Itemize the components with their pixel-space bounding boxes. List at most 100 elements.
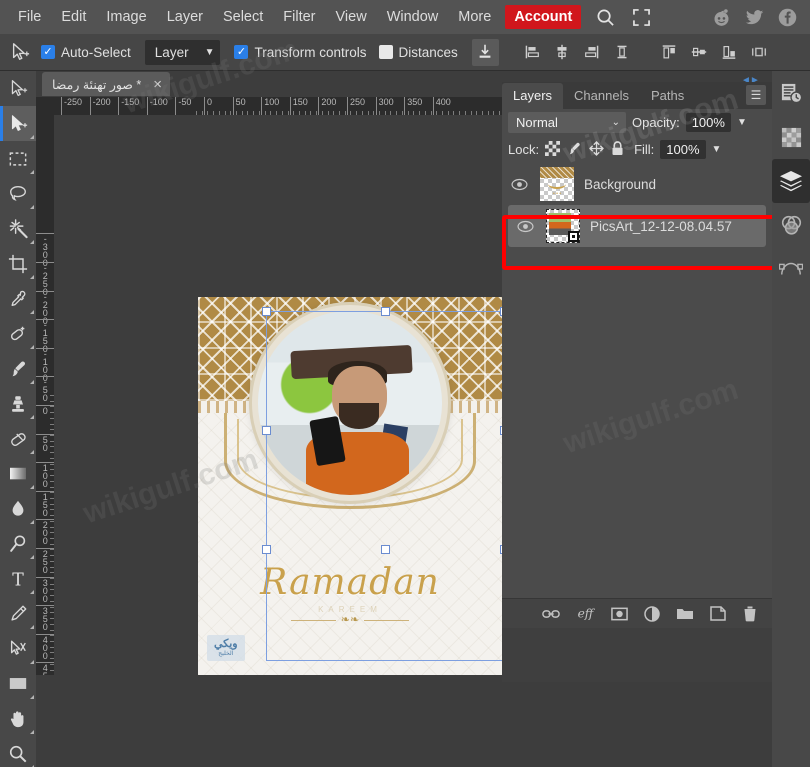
menu-item-filter[interactable]: Filter — [273, 5, 325, 29]
layer-row-picsart[interactable]: PicsArt_12-12-08.04.57 — [508, 205, 766, 247]
document-tab[interactable]: * صور تهنئة رمضا × — [42, 72, 171, 96]
link-layers-icon[interactable] — [542, 608, 560, 620]
new-adjustment-layer-icon[interactable] — [644, 605, 660, 622]
tool-move[interactable] — [0, 71, 36, 106]
tool-eyedropper[interactable] — [0, 281, 36, 316]
artboard[interactable]: Ramadan KAREEM ❧❧ ويكي الخليج — [198, 297, 502, 675]
tool-rectangular-marquee[interactable] — [0, 141, 36, 176]
align-vertical-centers-icon[interactable] — [686, 39, 713, 66]
ruler-tick-v: 50 — [36, 433, 54, 452]
close-icon[interactable]: × — [151, 77, 164, 92]
distribute-horizontal-icon[interactable] — [746, 39, 773, 66]
tool-dodge[interactable] — [0, 526, 36, 561]
align-right-edges-icon[interactable] — [579, 39, 606, 66]
transform-controls-checkbox-box[interactable]: ✓ — [234, 45, 249, 59]
fill-value[interactable]: 100% — [660, 140, 706, 159]
fullscreen-icon[interactable] — [624, 8, 659, 26]
auto-select-checkbox-box[interactable]: ✓ — [41, 45, 55, 59]
tool-rectangle[interactable] — [0, 666, 36, 701]
tool-hand[interactable] — [0, 701, 36, 736]
lock-all-icon[interactable] — [611, 140, 624, 159]
twitter-icon[interactable] — [743, 6, 765, 28]
new-layer-icon[interactable] — [710, 606, 726, 621]
menu-item-more[interactable]: More — [448, 5, 501, 29]
align-distribute-active-icon[interactable] — [471, 38, 499, 66]
menu-item-file[interactable]: File — [8, 5, 51, 29]
opacity-dropdown-icon[interactable]: ▼ — [737, 117, 747, 128]
blend-mode-select[interactable]: Normal ⌄ — [508, 112, 626, 133]
opacity-value[interactable]: 100% — [685, 113, 731, 132]
layers-panel-icon[interactable] — [772, 159, 810, 203]
tool-move-selected[interactable] — [0, 106, 36, 141]
tab-layers[interactable]: Layers — [502, 83, 564, 109]
transform-handle-middle-left[interactable] — [262, 426, 271, 435]
tool-spot-healing-brush[interactable] — [0, 316, 36, 351]
tool-zoom[interactable] — [0, 736, 36, 767]
tool-brush[interactable] — [0, 351, 36, 386]
menu-item-window[interactable]: Window — [377, 5, 449, 29]
tool-lasso[interactable] — [0, 176, 36, 211]
layer-thumbnail-picsart[interactable] — [546, 209, 580, 243]
align-vertical-stack-icon[interactable] — [609, 39, 636, 66]
tab-channels[interactable]: Channels — [563, 83, 640, 109]
add-layer-mask-icon[interactable] — [611, 607, 628, 621]
account-button[interactable]: Account — [505, 5, 582, 29]
layer-row-background[interactable]: • • • Background — [502, 163, 772, 205]
panel-menu-icon[interactable]: ☰ — [746, 85, 766, 105]
channels-panel-icon[interactable] — [772, 203, 810, 247]
tab-paths[interactable]: Paths — [640, 83, 695, 109]
fill-dropdown-icon[interactable]: ▼ — [712, 144, 722, 155]
tool-path-selection[interactable] — [0, 631, 36, 666]
move-tool-icon[interactable] — [5, 37, 35, 67]
transform-handle-top-center[interactable] — [381, 307, 390, 316]
delete-layer-icon[interactable] — [742, 606, 758, 622]
menu-item-select[interactable]: Select — [213, 5, 273, 29]
reddit-icon[interactable] — [710, 6, 732, 28]
menu-item-edit[interactable]: Edit — [51, 5, 96, 29]
layer-styles-fx-icon[interactable]: eff — [576, 606, 595, 621]
svg-text:eff: eff — [578, 607, 595, 621]
lock-image-pixels-icon[interactable] — [567, 141, 582, 159]
fill-label: Fill: — [634, 142, 655, 157]
menu-item-image[interactable]: Image — [96, 5, 156, 29]
transform-controls-checkbox[interactable]: ✓ Transform controls — [234, 45, 367, 60]
align-left-edges-icon[interactable] — [519, 39, 546, 66]
horizontal-ruler[interactable]: -250 -200 -150 -100 -50 0 50 100 150 200 250 300 350… — [36, 97, 502, 115]
layer-visibility-eye-icon[interactable] — [514, 220, 536, 233]
tool-type[interactable]: T — [0, 561, 36, 596]
tool-crop[interactable] — [0, 246, 36, 281]
auto-select-checkbox[interactable]: ✓ Auto-Select — [41, 45, 131, 60]
history-panel-icon[interactable] — [772, 71, 810, 115]
tool-clone-stamp[interactable] — [0, 386, 36, 421]
tool-expand-corner — [30, 625, 34, 629]
paths-panel-icon[interactable] — [772, 247, 810, 291]
vertical-ruler[interactable]: -300-250-200-150-100-5005010015020025030… — [36, 115, 54, 675]
facebook-icon[interactable] — [776, 6, 798, 28]
tool-blur[interactable] — [0, 491, 36, 526]
distances-checkbox-box[interactable] — [378, 45, 393, 59]
lock-row: Lock: Fill: 100% ▼ — [502, 136, 772, 163]
transform-handle-bottom-center[interactable] — [381, 545, 390, 554]
lock-position-icon[interactable] — [589, 140, 604, 159]
layer-scope-select[interactable]: Layer ▼ — [144, 39, 221, 65]
layer-visibility-eye-icon[interactable] — [508, 178, 530, 191]
search-icon[interactable] — [587, 8, 624, 27]
canvas-area[interactable]: Ramadan KAREEM ❧❧ ويكي الخليج — [54, 115, 502, 675]
tool-eraser[interactable] — [0, 421, 36, 456]
lock-transparent-pixels-icon[interactable] — [545, 140, 561, 159]
layer-thumbnail-background[interactable]: • • • — [540, 167, 574, 201]
menu-item-view[interactable]: View — [326, 5, 377, 29]
transform-handle-top-left[interactable] — [262, 307, 271, 316]
transform-handle-bottom-left[interactable] — [262, 545, 271, 554]
align-bottom-edges-icon[interactable] — [716, 39, 743, 66]
new-group-icon[interactable] — [676, 607, 694, 621]
distances-checkbox[interactable]: Distances — [378, 45, 458, 60]
tool-magic-wand[interactable] — [0, 211, 36, 246]
tool-gradient[interactable] — [0, 456, 36, 491]
align-horizontal-centers-icon[interactable] — [549, 39, 576, 66]
patterns-panel-icon[interactable] — [772, 115, 810, 159]
tool-pen[interactable] — [0, 596, 36, 631]
photo-medallion[interactable] — [252, 305, 448, 501]
align-top-edges-icon[interactable] — [656, 39, 683, 66]
menu-item-layer[interactable]: Layer — [157, 5, 213, 29]
